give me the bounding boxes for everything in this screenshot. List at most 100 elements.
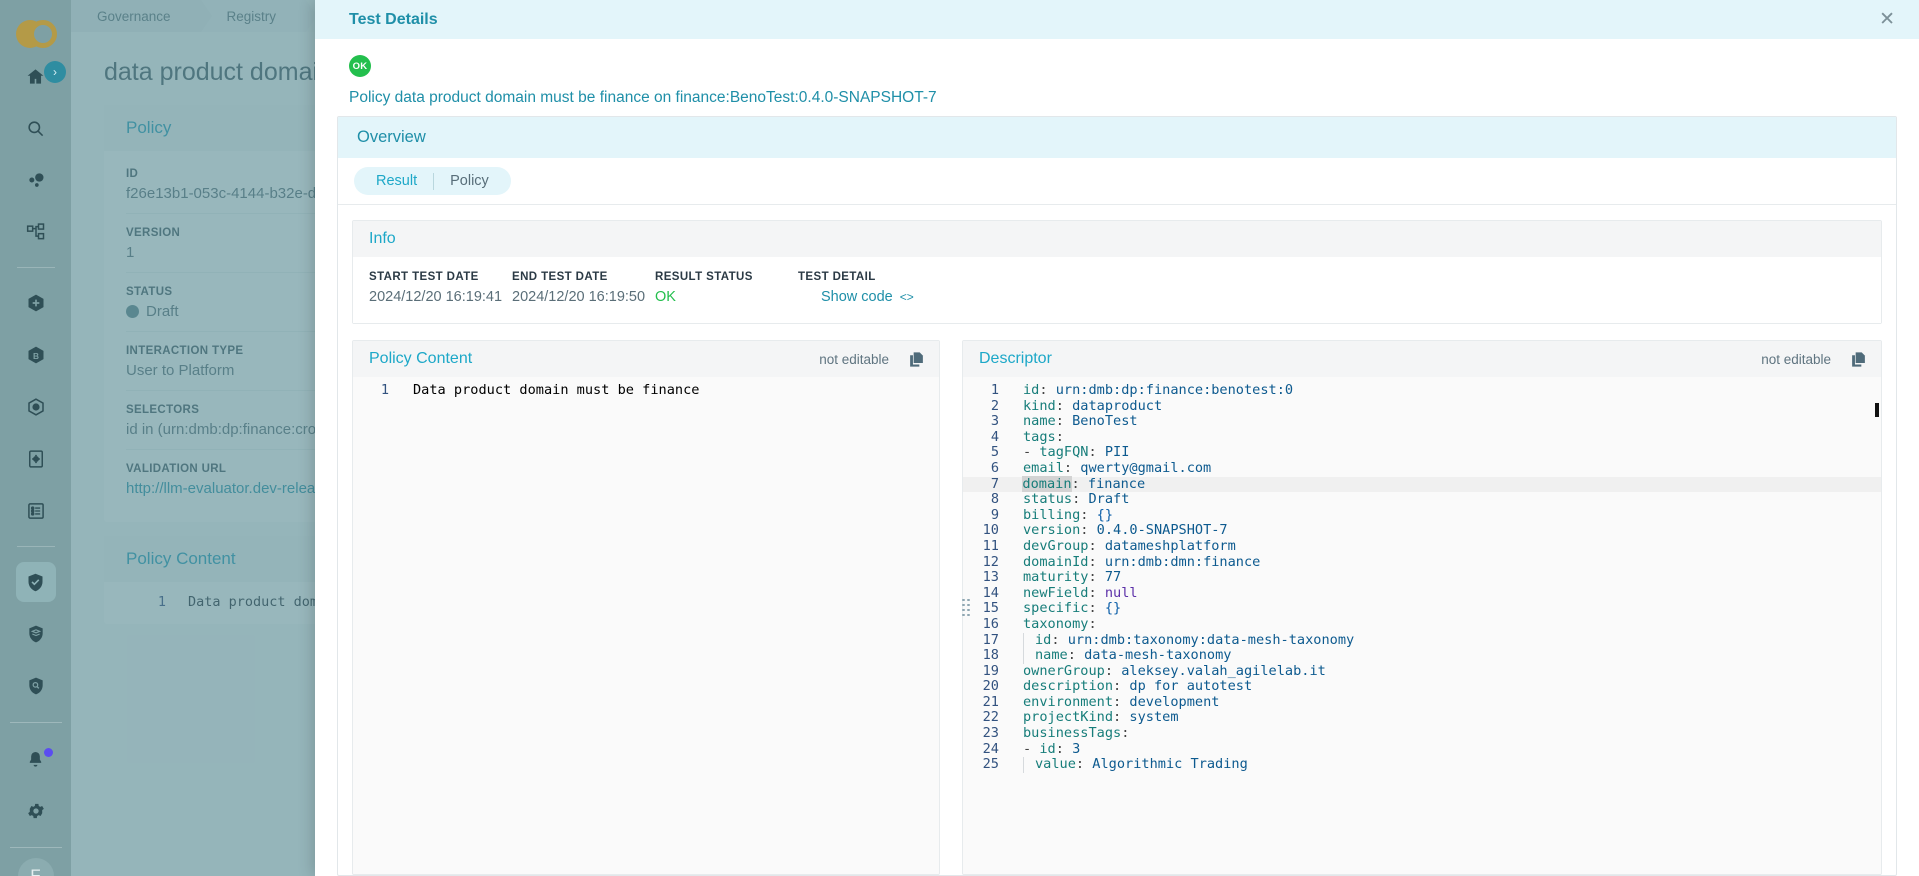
info-value: 2024/12/20 16:19:50 [512,289,655,305]
sidebar-expand-icon[interactable]: › [44,61,66,83]
rail-separator [17,267,55,268]
line-text: businessTags: [1023,726,1129,742]
info-value: 2024/12/20 16:19:41 [369,289,512,305]
code-line: 4 tags: [963,430,1881,446]
info-label: END TEST DATE [512,271,655,283]
line-text: description: dp for autotest [1023,679,1252,695]
policy-content-editor-header: Policy Content not editable [353,341,939,377]
hexagon-plus-icon[interactable] [16,283,56,323]
descriptor-lines: 1id: urn:dmb:dp:finance:benotest:02kind:… [963,377,1881,874]
code-line: 22projectKind: system [963,710,1881,726]
code-line: 23businessTags: [963,726,1881,742]
code-line: 21environment: development [963,695,1881,711]
descriptor-editor: Descriptor not editable 1id: urn:dmb:dp:… [962,340,1882,875]
info-card: Info START TEST DATE 2024/12/20 16:19:41… [352,220,1882,324]
hexagon-b-icon[interactable]: B [16,335,56,375]
line-text: version: 0.4.0-SNAPSHOT-7 [1023,523,1228,539]
copy-icon[interactable] [908,351,925,368]
test-details-modal: Test Details ✕ OK Policy data product do… [315,0,1919,876]
code-line: 8status: Draft [963,492,1881,508]
code-line: 1 Data product domain must be finance [353,383,939,399]
bell-icon[interactable] [16,739,56,779]
show-code-button[interactable]: Show code <> [821,289,914,305]
rail-separator-2 [17,546,55,547]
app-root: B [0,0,1919,876]
line-text: - id: 3 [1023,742,1080,758]
list-icon[interactable] [16,491,56,531]
show-code-label: Show code [821,289,893,305]
notification-badge [44,748,53,757]
code-line: 25 value: Algorithmic Trading [963,757,1881,773]
document-gear-icon[interactable] [16,439,56,479]
data-points-icon[interactable] [16,160,56,200]
gear-icon[interactable] [16,791,56,831]
info-end-test-date: END TEST DATE 2024/12/20 16:19:50 [512,271,655,306]
line-number: 6 [963,461,999,477]
info-value: OK [655,289,798,305]
line-number: 7 [963,477,999,493]
copy-icon[interactable] [1850,351,1867,368]
modal-header: Test Details ✕ [315,0,1919,39]
line-text: billing: {} [1023,508,1113,524]
code-line: 16taxonomy: [963,617,1881,633]
descriptor-editor-body[interactable]: 1id: urn:dmb:dp:finance:benotest:02kind:… [963,377,1881,874]
rail-bottom-group: F [0,712,71,876]
info-label: START TEST DATE [369,271,512,283]
avatar[interactable]: F [18,858,54,876]
modal-body: OK Policy data product domain must be fi… [315,39,1919,876]
line-number: 11 [963,539,999,555]
code-line: 1id: urn:dmb:dp:finance:benotest:0 [963,383,1881,399]
line-number: 12 [963,555,999,571]
logo-circle-outline [29,20,57,48]
rail-icon-list: B [0,50,71,712]
left-nav-rail: B [0,0,71,876]
line-text: email: qwerty@gmail.com [1023,461,1211,477]
line-text: newField: null [1023,586,1138,602]
policy-headline: Policy data product domain must be finan… [349,89,1897,107]
editor-resize-handle[interactable] [962,598,970,618]
svg-text:B: B [32,351,38,361]
overview-card: Overview Result Policy Info START TEST D… [337,116,1897,876]
tab-result[interactable]: Result [370,171,423,191]
line-text: tags: [1023,430,1064,446]
line-text: ownerGroup: aleksey.valah_agilelab.it [1023,664,1326,680]
line-number: 20 [963,679,999,695]
line-text: name: BenoTest [1023,414,1138,430]
line-number: 24 [963,742,999,758]
line-number: 19 [963,664,999,680]
line-text: kind: dataproduct [1023,399,1162,415]
line-number: 25 [963,757,999,773]
tab-policy[interactable]: Policy [444,171,495,191]
line-text: specific: {} [1023,601,1121,617]
code-line: 17id: urn:dmb:taxonomy:data-mesh-taxonom… [963,633,1881,649]
search-icon[interactable] [16,108,56,148]
line-text: value: Algorithmic Trading [1023,757,1248,773]
tab-separator [433,173,434,190]
code-line: 3name: BenoTest [963,414,1881,430]
info-result-status: RESULT STATUS OK [655,271,798,306]
close-icon[interactable]: ✕ [1873,6,1901,33]
shield-layers-icon[interactable] [16,614,56,654]
line-text: domain: finance [1023,477,1145,493]
sitemap-icon[interactable] [16,212,56,252]
code-line: 15specific: {} [963,601,1881,617]
hexagon-dot-icon[interactable] [16,387,56,427]
info-label: RESULT STATUS [655,271,798,283]
code-line: 9 billing: {} [963,508,1881,524]
descriptor-scrollbar[interactable] [1875,403,1879,417]
code-line: 10version: 0.4.0-SNAPSHOT-7 [963,523,1881,539]
policy-content-editor-body[interactable]: 1 Data product domain must be finance [353,377,939,874]
shield-search-icon[interactable] [16,666,56,706]
shield-check-icon[interactable] [16,562,56,602]
code-line: 18name: data-mesh-taxonomy [963,648,1881,664]
code-line: 20 description: dp for autotest [963,679,1881,695]
line-number: 4 [963,430,999,446]
line-text: taxonomy: [1023,617,1097,633]
rail-divider-bottom [10,722,62,723]
line-number: 9 [963,508,999,524]
code-brackets-icon: <> [900,290,914,304]
editor-editability-note: not editable [1761,352,1831,367]
line-number: 1 [353,383,389,399]
line-text: devGroup: datameshplatform [1023,539,1236,555]
status-badge: OK [349,55,371,77]
